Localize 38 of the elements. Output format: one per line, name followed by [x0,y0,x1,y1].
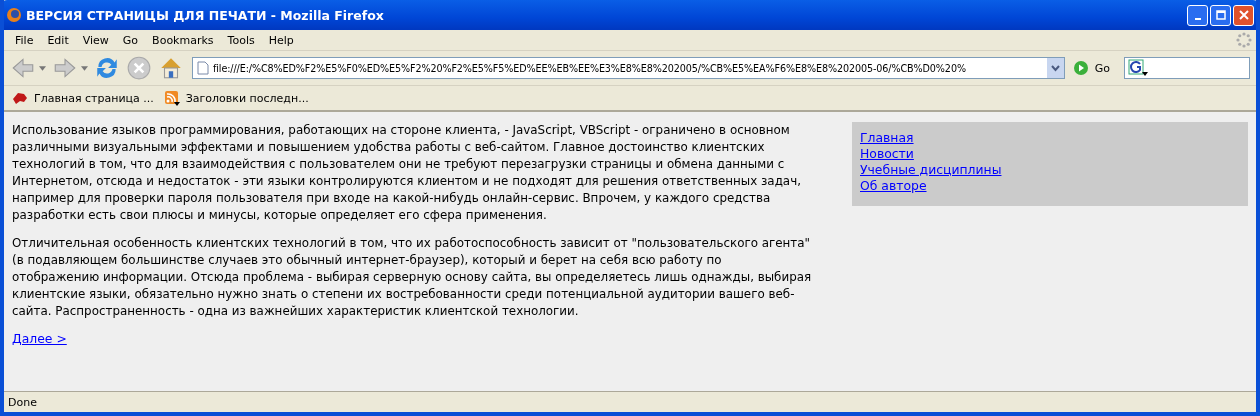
maximize-icon [1215,10,1226,20]
minimize-button[interactable] [1187,4,1208,26]
bookmark-item[interactable]: Главная страница ... [12,90,154,106]
firefox-logo-icon [6,7,22,23]
dropdown-icon[interactable] [1046,58,1064,78]
close-icon [1238,10,1249,20]
nav-link[interactable]: Учебные дисциплины [860,162,1002,178]
throbber-icon [1236,32,1252,48]
menu-item[interactable]: Edit [40,33,76,47]
address-field[interactable]: file:///E:/%C8%ED%F2%E5%F0%ED%E5%F2%20%F2%E5%F5%ED%EE%EB%EE%E3%E8%E8%202005/%CB%E5%EA%F6%E8%E8%202005-06/%CB%D0%20% [192,57,1065,79]
nav-link[interactable]: Главная [860,130,914,146]
play-icon [1072,60,1089,76]
rss-feed-icon [163,90,180,106]
dropdown-caret-icon[interactable] [81,65,88,71]
status-text: Done [8,395,37,409]
dropdown-caret-icon[interactable] [39,65,46,71]
page-icon [197,61,209,75]
menu-item[interactable]: Tools [220,33,262,47]
menu-item[interactable]: Bookmarks [145,33,221,47]
stop-icon[interactable] [126,55,152,81]
nav-link[interactable]: Новости [860,146,914,162]
go-button[interactable]: Go [1070,60,1118,76]
close-button[interactable] [1233,4,1254,26]
maximize-button[interactable] [1210,4,1231,26]
menu-item[interactable]: File [8,33,41,47]
menu-item[interactable]: View [75,33,116,47]
menu-item[interactable]: Help [261,33,301,47]
nav-link[interactable]: Об авторе [860,178,927,194]
minimize-icon [1194,18,1201,20]
window-title: ВЕРСИЯ СТРАНИЦЫ ДЛЯ ПЕЧАТИ - Mozilla Firefox [26,7,385,23]
search-field[interactable] [1124,57,1250,79]
menu-item[interactable]: Go [115,33,146,47]
search-engine-icon[interactable] [1128,59,1148,77]
paragraph: Отличительная особенность клиентских технологий в том, что их работоспособность зависит от "пользовательского агента" (в подавляющем большинстве случаев это обычный интернет-браузер), который и берет на себя всю работу по отображению информации. Отсюда проблема - выбирая серверную основу сайта, вы определяетесь лишь однажды, выбирая клиентские языки, обязательно нужно знать о степени их востребованности среди потенциальной аудитории вашего веб-сайта. Распространенность - одна из важнейших характеристик клиентской технологии. [12,235,812,320]
more-link[interactable]: Далее > [12,331,67,347]
reload-icon[interactable] [94,55,120,81]
paragraph: Использование языков программирования, работающих на стороне клиента, - JavaScript, VBScript - ограничено в основном различными визуальными эффектами и повышением удобства работы с веб-сайтом. Главное достоинство клиентских технологий в том, что для взаимодействия с пользователем они не требуют перезагрузки страницы и обмена данными с Интернетом, отсюда и недостаток - эти языки контролируются клиентом и не подходят для решения ответственных задач, например для проверки пароля пользователя при входе на какой-нибудь онлайн-сервис. Впрочем, у каждого средства разработки есть свои плюсы и минусы, которые определяет его сфера применения. [12,122,802,224]
bookmark-item[interactable]: Заголовки последн... [163,90,309,106]
